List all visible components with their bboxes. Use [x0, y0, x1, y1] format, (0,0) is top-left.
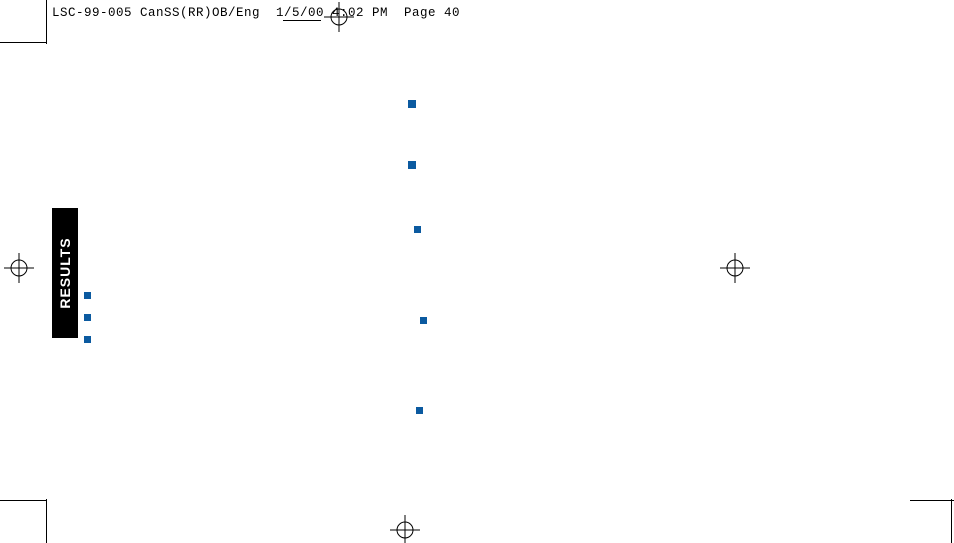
crop-tick-bottom-right-h: [910, 500, 954, 501]
bullet-center-2: [408, 161, 416, 169]
registration-mark-top: [324, 2, 354, 32]
imposition-slug: LSC-99-005 CanSS(RR)OB/Eng 1/5/00 4:02 P…: [52, 6, 460, 20]
bullet-center-1: [408, 100, 416, 108]
bullet-left-3: [84, 336, 91, 343]
slug-underline: [283, 20, 321, 21]
crop-tick-top-left-v: [46, 0, 47, 44]
section-tab-label: RESULTS: [57, 237, 73, 308]
section-tab: RESULTS: [52, 208, 78, 338]
registration-mark-left: [4, 253, 34, 283]
bullet-center-4: [420, 317, 427, 324]
bullet-left-2: [84, 314, 91, 321]
bullet-center-5: [416, 407, 423, 414]
crop-tick-bottom-left-v: [46, 499, 47, 543]
crop-tick-bottom-left-h: [0, 500, 46, 501]
registration-mark-right: [720, 253, 750, 283]
bullet-center-3: [414, 226, 421, 233]
crop-tick-bottom-right-v: [951, 499, 952, 543]
registration-mark-bottom: [390, 515, 420, 543]
crop-tick-top-left-h: [0, 42, 46, 43]
bullet-left-1: [84, 292, 91, 299]
